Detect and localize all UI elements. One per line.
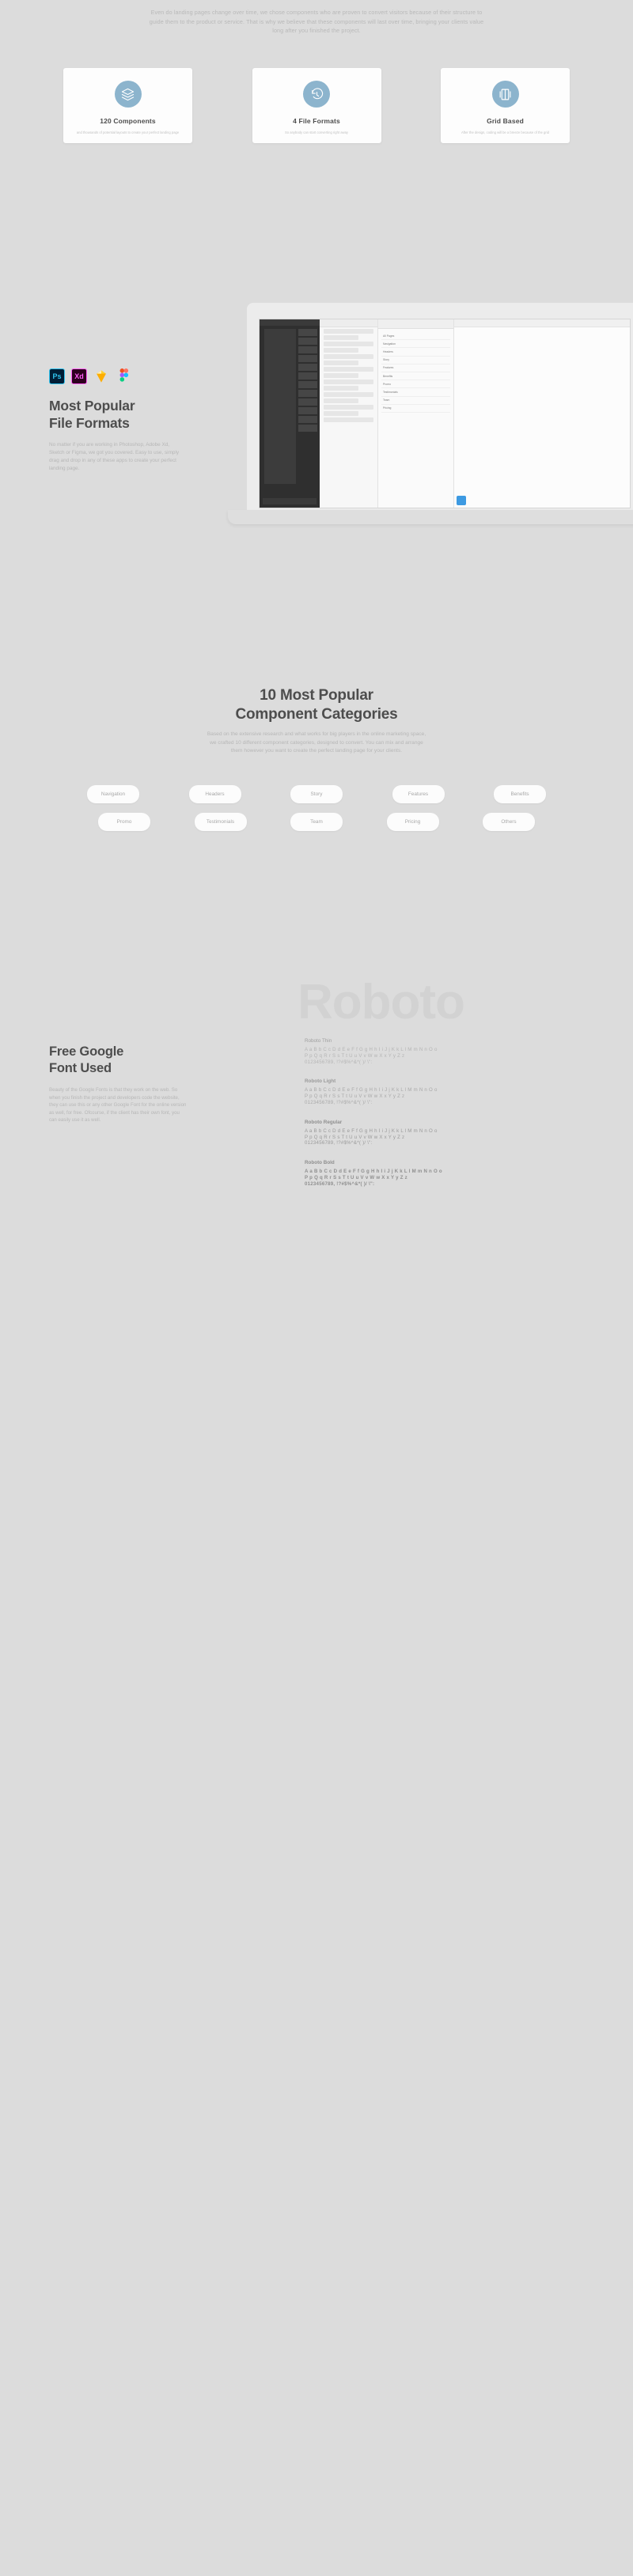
category-pill-team[interactable]: Team bbox=[290, 813, 343, 831]
sketch-layer-item[interactable]: Headers bbox=[381, 348, 450, 357]
intro-paragraph: Even do landing pages change over time, … bbox=[149, 9, 484, 34]
font-specimens-list: Roboto Thin A a B b C c D d E e F f G g … bbox=[305, 1038, 502, 1201]
sketch-layer-item[interactable]: Benefits bbox=[381, 372, 450, 381]
feature-card-title: Grid Based bbox=[487, 117, 524, 125]
category-pill-features[interactable]: Features bbox=[392, 785, 445, 803]
file-formats-heading: Most Popular File Formats bbox=[49, 397, 231, 432]
feature-card-subtitle: and thousands of potential layouts to cr… bbox=[76, 130, 180, 134]
font-specimen-light: Roboto Light A a B b C c D d E e F f G g… bbox=[305, 1078, 502, 1105]
sketch-icon bbox=[93, 368, 109, 384]
font-specimen-line: 0123456789, !?#$%^&*( )/ \": bbox=[305, 1099, 373, 1105]
categories-heading-line2: Component Categories bbox=[235, 705, 398, 723]
font-specimen-line: 0123456789, !?#$%^&*( )/ \": bbox=[305, 1140, 373, 1146]
figma-icon bbox=[116, 368, 131, 384]
categories-heading-line1: 10 Most Popular bbox=[260, 687, 373, 704]
photoshop-panel bbox=[260, 319, 320, 508]
adobe-xd-panel bbox=[320, 319, 378, 508]
figma-toolbar bbox=[454, 319, 630, 327]
sketch-layer-item[interactable]: Story bbox=[381, 357, 450, 364]
adobe-xd-icon: Xd bbox=[71, 368, 87, 384]
category-pill-navigation[interactable]: Navigation bbox=[87, 785, 139, 803]
file-formats-heading-line1: Most Popular bbox=[49, 398, 135, 414]
font-specimen-name: Roboto Regular bbox=[305, 1119, 343, 1125]
category-pill-headers[interactable]: Headers bbox=[188, 785, 241, 803]
font-heading-line2: Font Used bbox=[49, 1060, 112, 1075]
category-pill-testimonials[interactable]: Testimonials bbox=[194, 813, 247, 831]
figma-accent-badge bbox=[457, 496, 466, 505]
feature-card-subtitle: So anybody can start converting right aw… bbox=[284, 130, 349, 134]
sketch-layer-item[interactable]: Pricing bbox=[381, 405, 450, 413]
photoshop-icon: Ps bbox=[49, 368, 65, 384]
font-specimen-name: Roboto Thin bbox=[305, 1038, 332, 1044]
font-specimen-line: A a B b C c D d E e F f G g H h I i J j … bbox=[305, 1127, 438, 1134]
sketch-panel: All Pages Navigation Headers Story Featu… bbox=[378, 319, 454, 508]
categories-heading: 10 Most Popular Component Categories bbox=[0, 686, 633, 723]
categories-body-line1: Based on the extensive research and what… bbox=[207, 731, 426, 737]
font-specimen-name: Roboto Bold bbox=[305, 1160, 335, 1166]
sketch-layer-item[interactable]: Testimonials bbox=[381, 388, 450, 397]
photoshop-toolbar bbox=[260, 319, 320, 326]
categories-body: Based on the extensive research and what… bbox=[0, 731, 633, 756]
photoshop-layers-panel bbox=[298, 329, 317, 433]
categories-body-line3: them however you want to create the perf… bbox=[230, 748, 403, 754]
feature-card-title: 120 Components bbox=[100, 117, 156, 125]
feature-card-grid-based[interactable]: Grid Based After the design, coding will… bbox=[441, 68, 570, 143]
font-specimen-line: P p Q q R r S s T t U u V v W w X x Y y … bbox=[305, 1052, 405, 1059]
font-specimen-line: P p Q q R r S s T t U u V v W w X x Y y … bbox=[305, 1174, 407, 1180]
font-heading-line1: Free Google bbox=[49, 1044, 124, 1059]
feature-card-subtitle: After the design, coding will be a breez… bbox=[461, 130, 550, 134]
font-specimen-line: A a B b C c D d E e F f G g H h I i J j … bbox=[305, 1047, 438, 1052]
sketch-layer-item[interactable]: Team bbox=[381, 397, 450, 405]
adobe-xd-toolbar bbox=[320, 319, 377, 327]
file-formats-icon bbox=[303, 81, 330, 108]
font-specimen-regular: Roboto Regular A a B b C c D d E e F f G… bbox=[305, 1120, 502, 1146]
category-pill-others[interactable]: Others bbox=[483, 813, 535, 831]
font-specimen-line: A a B b C c D d E e F f G g H h I i J j … bbox=[305, 1087, 438, 1093]
font-specimen-line: P p Q q R r S s T t U u V v W w X x Y y … bbox=[305, 1093, 405, 1100]
laptop-screen: All Pages Navigation Headers Story Featu… bbox=[259, 319, 631, 508]
photoshop-statusbar bbox=[263, 498, 316, 504]
feature-card-file-formats[interactable]: 4 File Formats So anybody can start conv… bbox=[252, 68, 381, 143]
font-specimen-thin: Roboto Thin A a B b C c D d E e F f G g … bbox=[305, 1038, 502, 1065]
figma-panel: Page 1 1. Navigation 2. Headers 3. Story… bbox=[454, 319, 630, 508]
font-specimen-line: 0123456789, !?#$%^&*( )/ \": bbox=[305, 1180, 375, 1187]
category-pill-story[interactable]: Story bbox=[290, 785, 343, 803]
feature-card-title: 4 File Formats bbox=[293, 117, 340, 125]
font-specimen-line: 0123456789, !?#$%^&*( )/ \": bbox=[305, 1059, 373, 1065]
grid-icon bbox=[491, 81, 519, 108]
app-icons-row: Ps Xd bbox=[49, 368, 131, 384]
laptop-mockup-base bbox=[228, 510, 633, 524]
category-pills-row-2: Promo Testimonials Team Pricing Others bbox=[98, 813, 535, 831]
feature-cards-row: 120 Components and thousands of potentia… bbox=[63, 68, 570, 143]
font-specimen-name: Roboto Light bbox=[305, 1078, 336, 1085]
roboto-watermark: Roboto bbox=[298, 975, 465, 1029]
sketch-layer-item[interactable]: Navigation bbox=[381, 340, 450, 349]
sketch-layer-item[interactable]: All Pages bbox=[381, 332, 450, 341]
sketch-layer-item[interactable]: Features bbox=[381, 364, 450, 372]
font-specimen-line: P p Q q R r S s T t U u V v W w X x Y y … bbox=[305, 1134, 405, 1140]
feature-card-components[interactable]: 120 Components and thousands of potentia… bbox=[63, 68, 192, 143]
intro-section: Even do landing pages change over time, … bbox=[0, 8, 633, 36]
font-heading: Free Google Font Used bbox=[49, 1044, 207, 1076]
category-pills-row-1: Navigation Headers Story Features Benefi… bbox=[87, 785, 546, 803]
font-body: Beauty of the Google Fonts is that they … bbox=[49, 1087, 187, 1124]
file-formats-heading-line2: File Formats bbox=[49, 415, 130, 431]
photoshop-canvas bbox=[264, 329, 296, 484]
category-pill-promo[interactable]: Promo bbox=[98, 813, 150, 831]
sketch-layer-list: All Pages Navigation Headers Story Featu… bbox=[378, 329, 453, 416]
category-pill-pricing[interactable]: Pricing bbox=[386, 813, 439, 831]
category-pill-benefits[interactable]: Benefits bbox=[494, 785, 546, 803]
sketch-layer-item[interactable]: Promo bbox=[381, 380, 450, 389]
font-specimen-bold: Roboto Bold A a B b C c D d E e F f G g … bbox=[305, 1160, 502, 1187]
font-specimen-line: A a B b C c D d E e F f G g H h I i J j … bbox=[305, 1169, 442, 1175]
sketch-toolbar bbox=[378, 319, 453, 329]
layers-icon bbox=[114, 81, 142, 108]
categories-body-line2: we crafted 10 different component catego… bbox=[210, 739, 423, 746]
file-formats-body: No matter if you are working in Photosho… bbox=[49, 442, 180, 471]
